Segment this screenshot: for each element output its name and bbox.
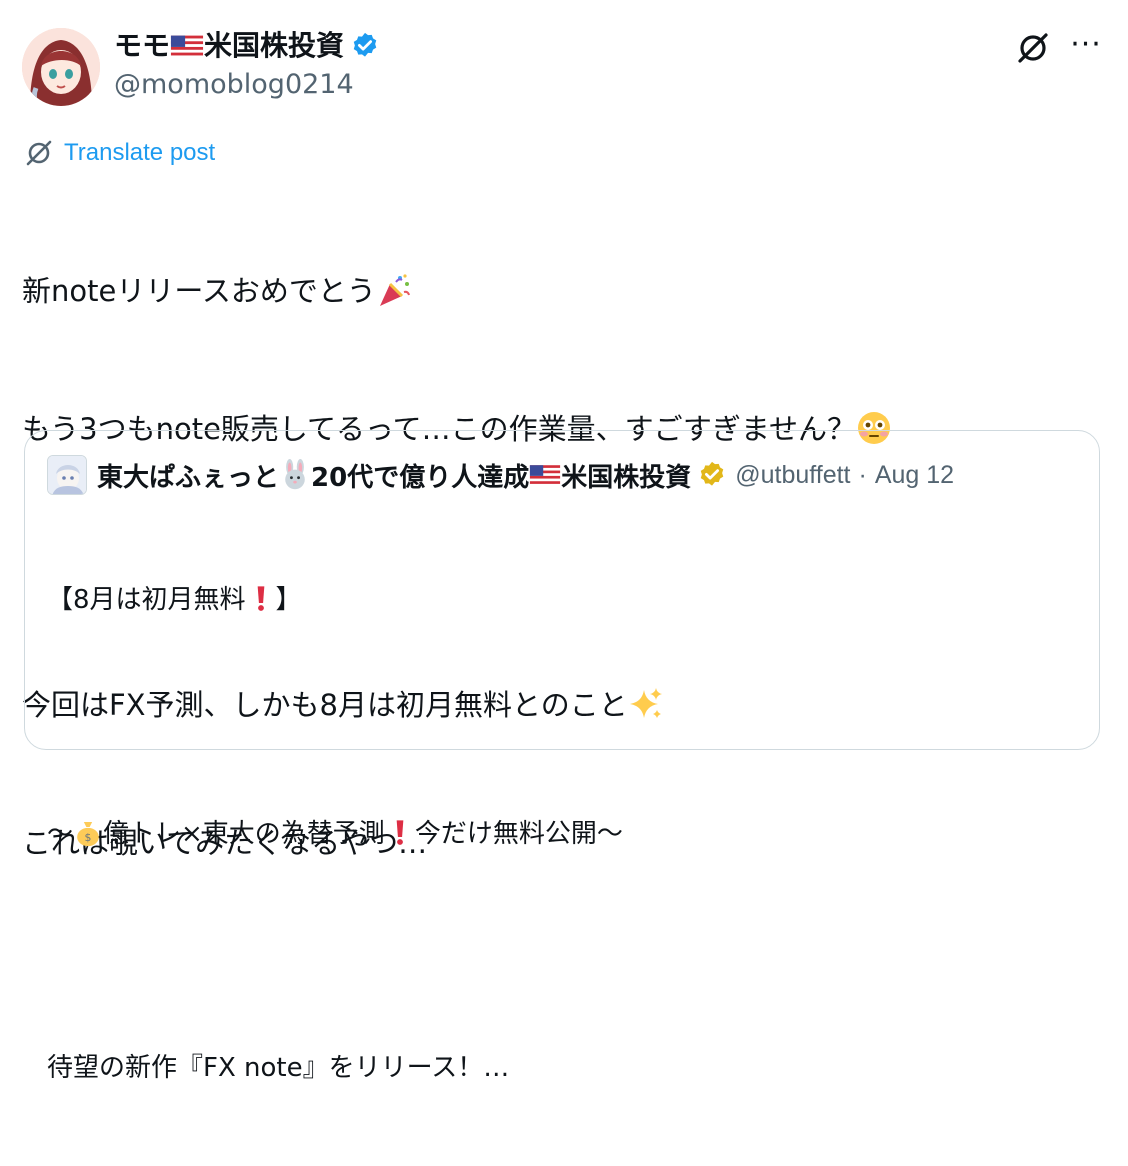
- party-popper-icon: [379, 274, 410, 306]
- translate-icon: [26, 140, 52, 166]
- grok-icon: [1018, 33, 1048, 63]
- quoted-line2-end: 今だけ無料公開〜: [414, 819, 623, 849]
- us-flag-icon: [530, 465, 561, 485]
- rabbit-face-icon: [285, 459, 305, 490]
- quoted-line: 【8月は初月無料 】: [47, 581, 1077, 620]
- quoted-author-name[interactable]: 東大ぱふぇっと 20代で億り人達成 米国株投資: [97, 457, 691, 494]
- quoted-line: 待望の新作『FX note』をリリース！…: [47, 1053, 510, 1083]
- us-flag-icon: [170, 35, 204, 57]
- author-handle[interactable]: @momoblog0214: [114, 66, 354, 104]
- exclamation-mark-icon: [257, 586, 264, 611]
- meta-separator: ·: [858, 460, 867, 489]
- author-display-name[interactable]: モモ 米国株投資: [114, 26, 380, 66]
- translate-post-link[interactable]: Translate post: [24, 136, 215, 170]
- display-name-part2: 米国株投資: [204, 29, 345, 62]
- display-name-part1: モモ: [114, 29, 171, 62]
- more-options-button[interactable]: ···: [1066, 30, 1106, 66]
- exclamation-mark-icon: [396, 820, 404, 845]
- quoted-author-avatar[interactable]: [47, 455, 87, 495]
- quoted-post-header: 東大ぱふぇっと 20代で億り人達成 米国株投資 @utbuffett · Aug…: [47, 455, 954, 495]
- post-line: 新noteリリースおめでとう: [22, 268, 1102, 314]
- quoted-line2-mid: 億トレ×東大の為替予測: [103, 819, 385, 849]
- quoted-post-text: 【8月は初月無料 】 〜 $ 億トレ×東大の為替予測 今だけ無料公開〜 待望の新…: [47, 503, 1077, 1166]
- quoted-name-part1: 東大ぱふぇっと: [97, 462, 280, 493]
- gold-verified-badge-icon: [700, 461, 724, 486]
- verified-badge-icon: [353, 32, 377, 57]
- quoted-line1-end: 】: [275, 585, 302, 615]
- svg-text:$: $: [85, 831, 92, 844]
- post-line1: 新noteリリースおめでとう: [22, 274, 376, 308]
- money-bag-icon: $: [77, 822, 99, 847]
- author-avatar[interactable]: [22, 28, 100, 106]
- quoted-post-card[interactable]: 東大ぱふぇっと 20代で億り人達成 米国株投資 @utbuffett · Aug…: [24, 430, 1100, 1083]
- quoted-line2-start: 〜: [47, 819, 74, 849]
- translate-label: Translate post: [64, 139, 216, 166]
- quoted-name-part3: 米国株投資: [561, 462, 692, 493]
- quoted-post-date[interactable]: Aug 12: [875, 461, 954, 490]
- quoted-line1: 【8月は初月無料: [47, 585, 246, 615]
- quoted-author-handle[interactable]: @utbuffett: [735, 461, 850, 490]
- grok-button[interactable]: [1014, 29, 1052, 67]
- quoted-name-part2: 20代で億り人達成: [311, 462, 530, 493]
- quoted-line: 〜 $ 億トレ×東大の為替予測 今だけ無料公開〜: [47, 815, 1077, 854]
